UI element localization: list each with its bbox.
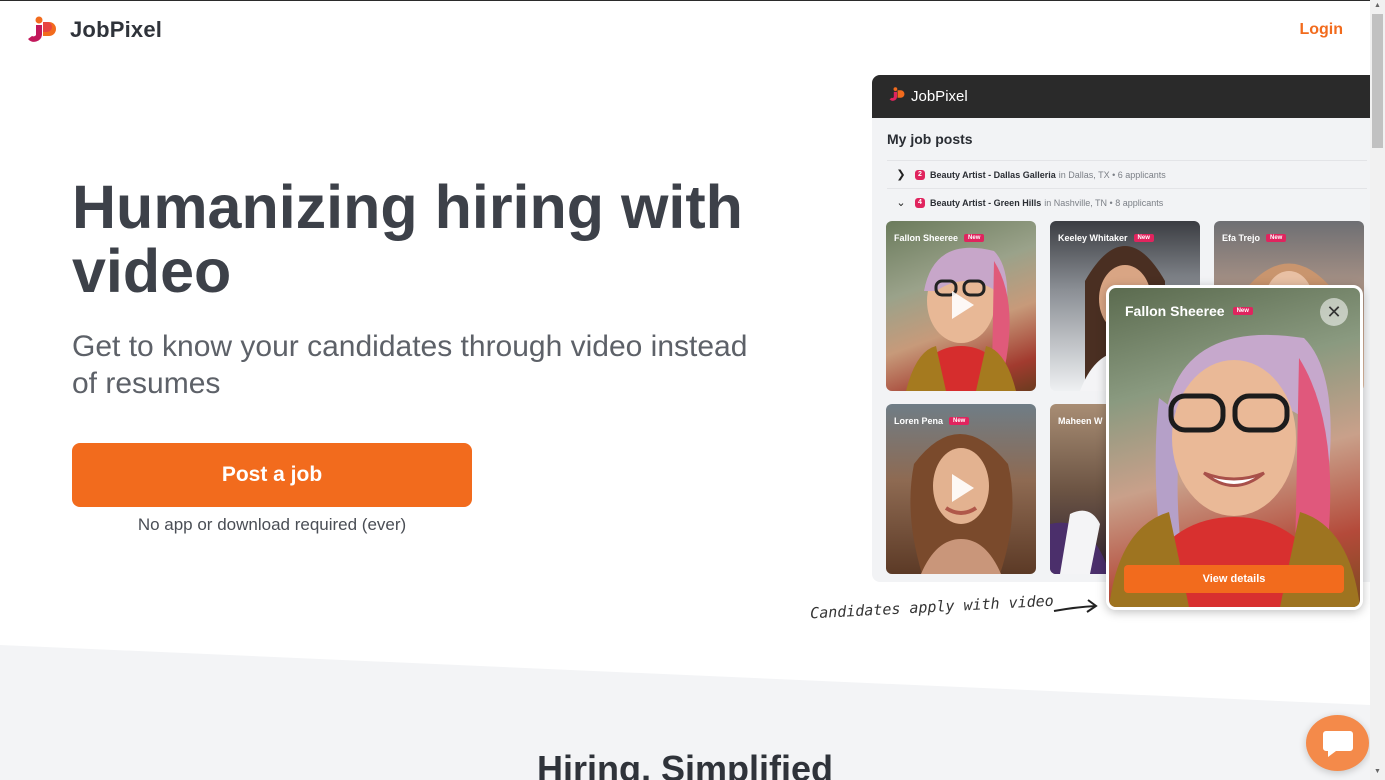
play-icon[interactable]	[940, 468, 980, 508]
scroll-down-icon[interactable]: ▼	[1373, 768, 1382, 776]
candidate-name: Keeley Whitaker	[1058, 233, 1128, 243]
candidate-name: Maheen W	[1058, 416, 1103, 426]
scrollbar-thumb[interactable]	[1372, 14, 1383, 148]
candidate-name: Fallon Sheeree	[894, 233, 959, 243]
chat-icon[interactable]	[1306, 715, 1369, 771]
candidate-preview-popup[interactable]: Fallon Sheeree New ✕ View details	[1106, 285, 1363, 610]
applicant-count-badge: 4	[915, 197, 925, 208]
post-a-job-button[interactable]: Post a job	[72, 443, 472, 507]
brand-link[interactable]: JobPixel	[27, 16, 162, 44]
job-post-row[interactable]: ❯ 2 Beauty Artist - Dallas Galleria in D…	[887, 160, 1367, 188]
applicant-count-badge: 2	[915, 169, 925, 180]
candidate-name-label: Efa Trejo New	[1222, 233, 1287, 243]
scroll-up-icon[interactable]: ▲	[1373, 2, 1382, 10]
new-badge: New	[1133, 234, 1154, 242]
mockup-header: JobPixel	[872, 75, 1370, 118]
chevron-down-icon: ⌄	[896, 197, 906, 209]
new-badge: New	[1266, 234, 1287, 242]
popup-candidate-name: Fallon Sheeree	[1125, 303, 1225, 319]
candidate-name-label: Loren Pena New	[894, 416, 970, 426]
hero-subtitle: Get to know your candidates through vide…	[72, 330, 748, 400]
brand-name: JobPixel	[70, 17, 163, 42]
arrow-right-icon	[1053, 599, 1098, 613]
job-post-row[interactable]: ⌄ 4 Beauty Artist - Green Hills in Nashv…	[887, 188, 1367, 216]
site-header: JobPixel Login	[0, 0, 1370, 62]
mockup-section-title: My job posts	[887, 131, 973, 147]
candidate-name-label: Keeley Whitaker New	[1058, 233, 1154, 243]
jobpixel-logo-icon	[27, 16, 57, 44]
play-icon[interactable]	[940, 285, 980, 325]
candidate-name-label: Fallon Sheeree New	[894, 233, 985, 243]
new-badge: New	[949, 417, 970, 425]
candidate-card[interactable]: Loren Pena New	[886, 404, 1036, 574]
new-badge: New	[964, 234, 985, 242]
popup-candidate-name-label: Fallon Sheeree New	[1125, 303, 1253, 319]
candidate-card[interactable]: Fallon Sheeree New	[886, 221, 1036, 391]
chevron-right-icon: ❯	[896, 169, 906, 181]
candidate-photo	[1109, 334, 1360, 607]
login-link[interactable]: Login	[1299, 21, 1343, 39]
job-location: in Dallas, TX • 6 applicants	[1058, 169, 1166, 180]
job-title: Beauty Artist - Dallas Galleria	[930, 169, 1056, 180]
candidate-name: Loren Pena	[894, 416, 944, 426]
section-title: Hiring, Simplified	[536, 748, 833, 780]
job-location: in Nashville, TN • 8 applicants	[1044, 197, 1164, 208]
new-badge: New	[1232, 307, 1253, 315]
hero-title: Humanizing hiring with video	[72, 173, 743, 305]
mockup-brand-name: JobPixel	[911, 88, 968, 105]
jobpixel-logo-icon	[889, 86, 905, 107]
close-icon[interactable]: ✕	[1320, 298, 1348, 326]
job-title: Beauty Artist - Green Hills	[930, 197, 1042, 208]
cta-note: No app or download required (ever)	[137, 515, 407, 534]
mockup-annotation: Candidates apply with video	[809, 591, 1055, 623]
candidate-name-label: Maheen W	[1058, 416, 1103, 426]
page: JobPixel Login Humanizing hiring with vi…	[0, 0, 1370, 780]
view-details-button[interactable]: View details	[1124, 565, 1344, 593]
candidate-name: Efa Trejo	[1222, 233, 1261, 243]
